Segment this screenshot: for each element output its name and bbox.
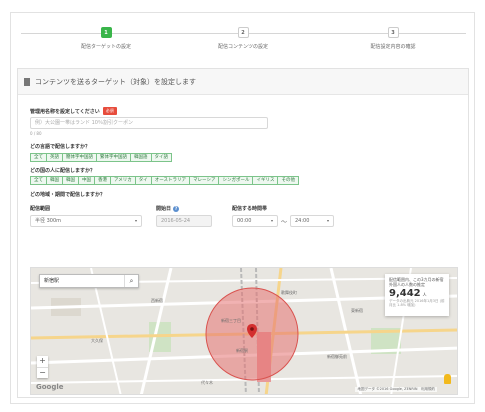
language-option[interactable]: 簡体字中国語 (62, 153, 97, 162)
estimate-note: データの出典元 2016年1月3日 (前月比 1.8% 増加) (389, 299, 445, 307)
name-label-row: 管理用名称を設定してください 必須 (30, 107, 117, 115)
map-search-box[interactable]: 新宿駅 ⌕ (39, 274, 139, 288)
step-1[interactable]: 1 配信ターゲットの設定 (51, 27, 161, 50)
time-from-select[interactable]: 00:00 ▾ (232, 215, 278, 227)
zoom-in-button[interactable]: + (37, 356, 48, 367)
map-label: 西新宿 (151, 298, 163, 303)
chevron-down-icon: ▾ (134, 218, 137, 223)
time-label: 配信する時間帯 (232, 205, 267, 212)
step-2-number: 2 (237, 27, 249, 38)
language-selector: 全て 英語 簡体字中国語 繁体字中国語 韓国語 タイ語 (30, 153, 172, 162)
map-label: 大久保 (91, 338, 103, 343)
country-option[interactable]: イギリス (252, 176, 279, 185)
step-3-number: 3 (387, 27, 399, 38)
map-attribution[interactable]: 地図データ ©2016 Google, ZENRIN 利用規約 (355, 387, 437, 392)
name-label: 管理用名称を設定してください (30, 108, 100, 115)
country-label-text: どの国の人に配信しますか？ (30, 168, 96, 174)
country-option[interactable]: 韓国 (46, 176, 63, 185)
estimate-caption-2: 外国人の人数の推定 (389, 282, 425, 287)
name-char-count: 0 / 80 (30, 131, 42, 136)
step-2[interactable]: 2 配信コンテンツの設定 (188, 27, 298, 50)
where-when-label-text: どの地域・期間で配信しますか？ (30, 192, 106, 198)
time-from-value: 00:00 (237, 218, 252, 224)
map-view[interactable]: 新宿三丁目 新宿駅 西新宿 新宿御苑前 代々木 東新宿 歌舞伎町 大久保 新宿駅… (30, 267, 458, 395)
country-option[interactable]: 全て (30, 176, 47, 185)
time-to-select[interactable]: 24:00 ▾ (290, 215, 334, 227)
language-option[interactable]: タイ語 (150, 153, 172, 162)
name-input[interactable]: 例）大公園一帯はランド 10％割引クーポン (30, 117, 268, 129)
panel-header: コンテンツを送るターゲット（対象）を設定します (18, 69, 468, 95)
country-label: どの国の人に配信しますか？ (30, 167, 95, 174)
country-option[interactable]: マレーシア (189, 176, 220, 185)
required-badge: 必須 (102, 107, 117, 115)
document-icon (24, 77, 30, 86)
language-option[interactable]: 繁体字中国語 (96, 153, 131, 162)
country-option[interactable]: シンガポール (218, 176, 254, 185)
country-option[interactable]: 香港 (94, 176, 111, 185)
range-value: 半径 300m (35, 218, 62, 224)
country-option[interactable]: その他 (277, 176, 299, 185)
language-option[interactable]: 韓国語 (130, 153, 152, 162)
step-3-label: 配信設定内容の確認 (370, 44, 416, 50)
country-option[interactable]: アメリカ (110, 176, 136, 185)
range-label-text: 配信範囲 (30, 206, 51, 212)
panel-title: コンテンツを送るターゲット（対象）を設定します (35, 77, 196, 86)
wizard-stepper: 1 配信ターゲットの設定 2 配信コンテンツの設定 3 配信設定内容の確認 (11, 13, 476, 61)
map-label: 東新宿 (351, 308, 363, 313)
map-label: 代々木 (201, 380, 213, 385)
start-date-input[interactable]: 2016-05-24 (156, 215, 212, 227)
step-1-label: 配信ターゲットの設定 (80, 44, 131, 50)
language-option[interactable]: 英語 (46, 153, 63, 162)
range-label: 配信範囲 (30, 205, 50, 212)
country-option[interactable]: タイ (134, 176, 152, 185)
time-label-text: 配信する時間帯 (232, 206, 268, 212)
date-label-text: 開始日 (156, 206, 172, 212)
zoom-controls: + − (37, 356, 48, 378)
country-option[interactable]: オーストラリア (150, 176, 191, 185)
help-icon[interactable]: ? (173, 205, 180, 212)
range-select[interactable]: 半径 300m ▾ (30, 215, 142, 227)
target-settings-panel: コンテンツを送るターゲット（対象）を設定します 管理用名称を設定してください 必… (17, 68, 469, 398)
time-range-separator: 〜 (281, 219, 288, 226)
step-2-label: 配信コンテンツの設定 (217, 44, 268, 50)
page-frame: 1 配信ターゲットの設定 2 配信コンテンツの設定 3 配信設定内容の確認 コン… (10, 12, 475, 404)
country-selector: 全て 韓国 韓国 中国 香港 アメリカ タイ オーストラリア マレーシア シンガ… (30, 176, 299, 185)
zoom-out-button[interactable]: − (37, 367, 48, 378)
visitor-estimate-card: 配信範囲内、この3カ月の新宿 外国人の人数の推定 9,442 人 データの出典元 … (385, 274, 449, 316)
where-when-label: どの地域・期間で配信しますか？ (30, 191, 105, 198)
time-to-value: 24:00 (295, 218, 310, 224)
map-search-input[interactable]: 新宿駅 (40, 275, 124, 287)
map-label: 歌舞伎町 (281, 290, 297, 295)
language-label-text: どの言語で配信しますか？ (30, 144, 91, 150)
start-date-value: 2016-05-24 (161, 218, 191, 224)
estimate-value: 9,442 人 (389, 288, 445, 299)
google-logo: Google (36, 383, 64, 391)
pegman-icon[interactable] (444, 374, 451, 384)
country-option[interactable]: 韓国 (62, 176, 79, 185)
language-option[interactable]: 全て (30, 153, 47, 162)
chevron-down-icon: ▾ (270, 218, 273, 223)
step-3[interactable]: 3 配信設定内容の確認 (338, 27, 448, 50)
step-1-number: 1 (100, 27, 112, 38)
language-label: どの言語で配信しますか？ (30, 143, 90, 150)
date-label: 開始日 ? (156, 205, 180, 212)
map-label: 新宿三丁目 (221, 318, 241, 323)
search-icon[interactable]: ⌕ (124, 275, 138, 287)
country-option[interactable]: 中国 (78, 176, 95, 185)
estimate-unit: 人 (422, 292, 427, 297)
map-label: 新宿駅 (236, 348, 248, 353)
map-label: 新宿御苑前 (327, 354, 347, 359)
estimate-number: 9,442 (389, 288, 421, 299)
chevron-down-icon: ▾ (326, 218, 329, 223)
